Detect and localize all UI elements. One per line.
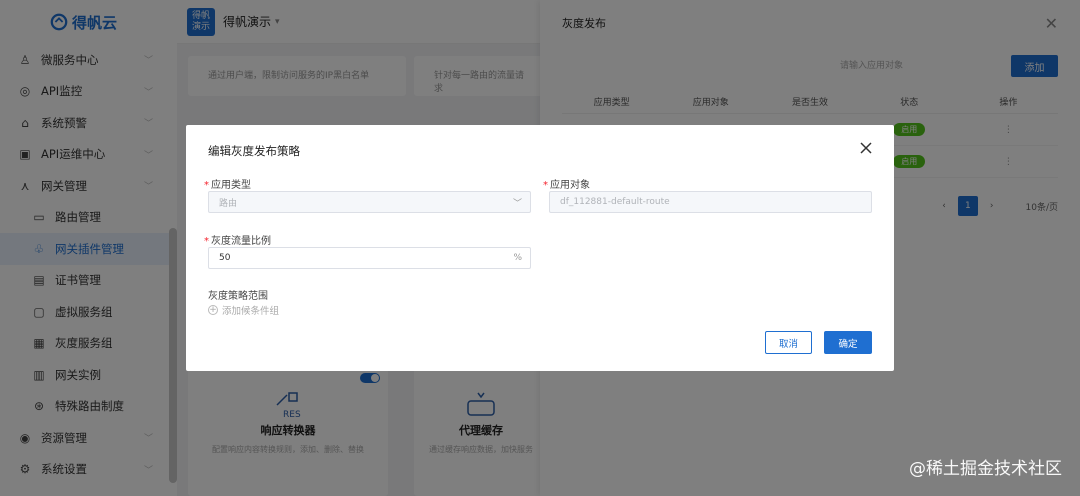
close-icon[interactable] — [858, 140, 874, 156]
ratio-input[interactable]: 50 % — [208, 247, 531, 269]
app-type-select[interactable]: 路由 ﹀ — [208, 191, 531, 213]
app-object-label: * 应用对象 — [543, 180, 590, 191]
modal-title: 编辑灰度发布策略 — [208, 144, 300, 158]
add-condition-group-button[interactable]: + 添加候条件组 — [208, 303, 279, 317]
chevron-down-icon: ﹀ — [512, 198, 522, 209]
confirm-button[interactable]: 确定 — [824, 331, 872, 354]
ratio-label: * 灰度流量比例 — [204, 236, 271, 247]
edit-gray-strategy-modal: 编辑灰度发布策略 * 应用类型 路由 ﹀ * 应用对象 df_112881-defa… — [186, 125, 894, 371]
cancel-button[interactable]: 取消 — [765, 331, 812, 354]
plus-circle-icon: + — [208, 304, 218, 315]
app-object-field[interactable]: df_112881-default-route — [549, 191, 872, 213]
app-type-label: * 应用类型 — [204, 180, 251, 191]
watermark: @稀土掘金技术社区 — [909, 459, 1062, 479]
scope-label: 灰度策略范围 — [208, 291, 268, 302]
